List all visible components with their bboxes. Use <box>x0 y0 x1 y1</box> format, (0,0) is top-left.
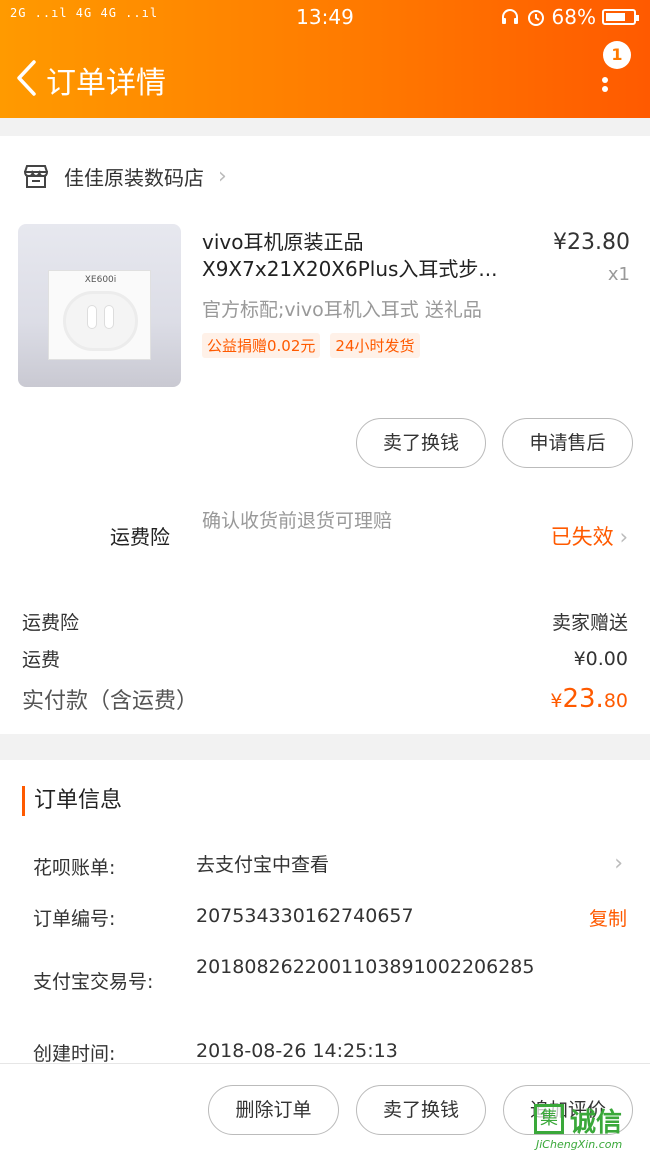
product-image[interactable]: XE600i <box>18 224 181 387</box>
total-decimal: 80 <box>603 690 628 712</box>
watermark: 集 诚信 JiChengXin.com <box>530 1100 648 1152</box>
back-arrow-icon <box>17 60 36 96</box>
info-value: 207534330162740657 <box>196 905 414 927</box>
total-currency: ¥ <box>550 690 563 712</box>
info-label: 创建时间: <box>33 1043 116 1065</box>
earphone-cable-image <box>63 291 138 351</box>
summary-label: 运费 <box>22 649 61 671</box>
box-label: XE600i <box>84 275 117 285</box>
battery-icon <box>602 9 639 25</box>
order-info-title: 订单信息 <box>22 786 122 816</box>
insurance-label: 运费险 <box>110 525 170 549</box>
page-title: 订单详情 <box>46 66 166 101</box>
chevron-right-icon: › <box>614 851 623 876</box>
earbud-right-image <box>104 305 114 329</box>
notification-badge[interactable]: 1 <box>603 41 631 69</box>
info-value: 去支付宝中查看 <box>196 854 330 876</box>
insurance-status-link[interactable]: 已失效 › <box>551 521 628 551</box>
total-amount: ¥23.80 <box>550 684 628 714</box>
product-title[interactable]: vivo耳机原装正品 X9X7x21X20X6Plus入耳式步... <box>202 229 522 283</box>
info-label: 订单编号: <box>33 908 116 930</box>
summary-row: 运费险 卖家赠送 <box>22 608 628 635</box>
alarm-icon <box>527 10 544 26</box>
sell-button[interactable]: 卖了换钱 <box>356 418 486 468</box>
earbud-left-image <box>87 305 97 329</box>
info-value: 2018082622001103891002206285 <box>196 956 535 978</box>
summary-label: 运费险 <box>22 612 80 634</box>
shop-name: 佳佳原装数码店 <box>64 165 204 190</box>
summary-row: 运费 ¥0.00 <box>22 645 628 672</box>
earphone-box-image: XE600i <box>48 270 151 360</box>
product-quantity: x1 <box>607 264 630 285</box>
total-label: 实付款（含运费） <box>22 689 199 714</box>
more-dot-icon <box>602 86 608 92</box>
info-value: 2018-08-26 14:25:13 <box>196 1040 398 1062</box>
info-label: 支付宝交易号: <box>33 971 154 993</box>
headset-icon <box>501 9 518 24</box>
chevron-right-icon: › <box>218 163 227 189</box>
product-title-line2: X9X7x21X20X6Plus入耳式步... <box>202 257 498 281</box>
product-spec: 官方标配;vivo耳机入耳式 送礼品 <box>202 299 482 321</box>
watermark-logo-icon: 集 <box>534 1104 564 1134</box>
nav-bar: 订单详情 <box>0 50 650 110</box>
watermark-url: JiChengXin.com <box>536 1138 623 1151</box>
battery-percent: 68% <box>551 5 596 29</box>
product-price: ¥23.80 <box>553 230 630 255</box>
watermark-text: 诚信 <box>570 1108 623 1138</box>
back-button[interactable] <box>8 54 44 102</box>
status-bar: 2G ..ıl 4G 4G ..ıl 13:49 68% <box>0 0 650 34</box>
summary-value: 卖家赠送 <box>551 612 628 634</box>
store-icon <box>23 165 49 188</box>
delete-order-button[interactable]: 删除订单 <box>208 1085 339 1135</box>
header-bar: 2G ..ıl 4G 4G ..ıl 13:49 68% 订单详情 <box>0 0 650 118</box>
tag-shipping: 24小时发货 <box>330 333 420 358</box>
product-title-line1: vivo耳机原装正品 <box>202 230 364 254</box>
info-label: 花呗账单: <box>33 857 116 879</box>
sell-button-footer[interactable]: 卖了换钱 <box>356 1085 486 1135</box>
chevron-right-icon: › <box>619 525 628 549</box>
insurance-status: 已失效 <box>550 525 614 549</box>
total-integer: 23. <box>562 684 604 714</box>
total-row: 实付款（含运费） ¥23.80 <box>22 683 628 715</box>
tag-charity: 公益捐赠0.02元 <box>202 333 321 358</box>
summary-value: ¥0.00 <box>573 647 628 670</box>
more-dot-icon <box>602 77 608 83</box>
product-tags: 公益捐赠0.02元 24小时发货 <box>202 333 420 358</box>
insurance-description: 确认收货前退货可理赔 <box>202 510 393 532</box>
status-right: 68% <box>500 5 639 29</box>
copy-button[interactable]: 复制 <box>589 904 627 931</box>
shop-link[interactable]: 佳佳原装数码店 › <box>22 159 227 193</box>
after-sale-button[interactable]: 申请售后 <box>502 418 633 468</box>
